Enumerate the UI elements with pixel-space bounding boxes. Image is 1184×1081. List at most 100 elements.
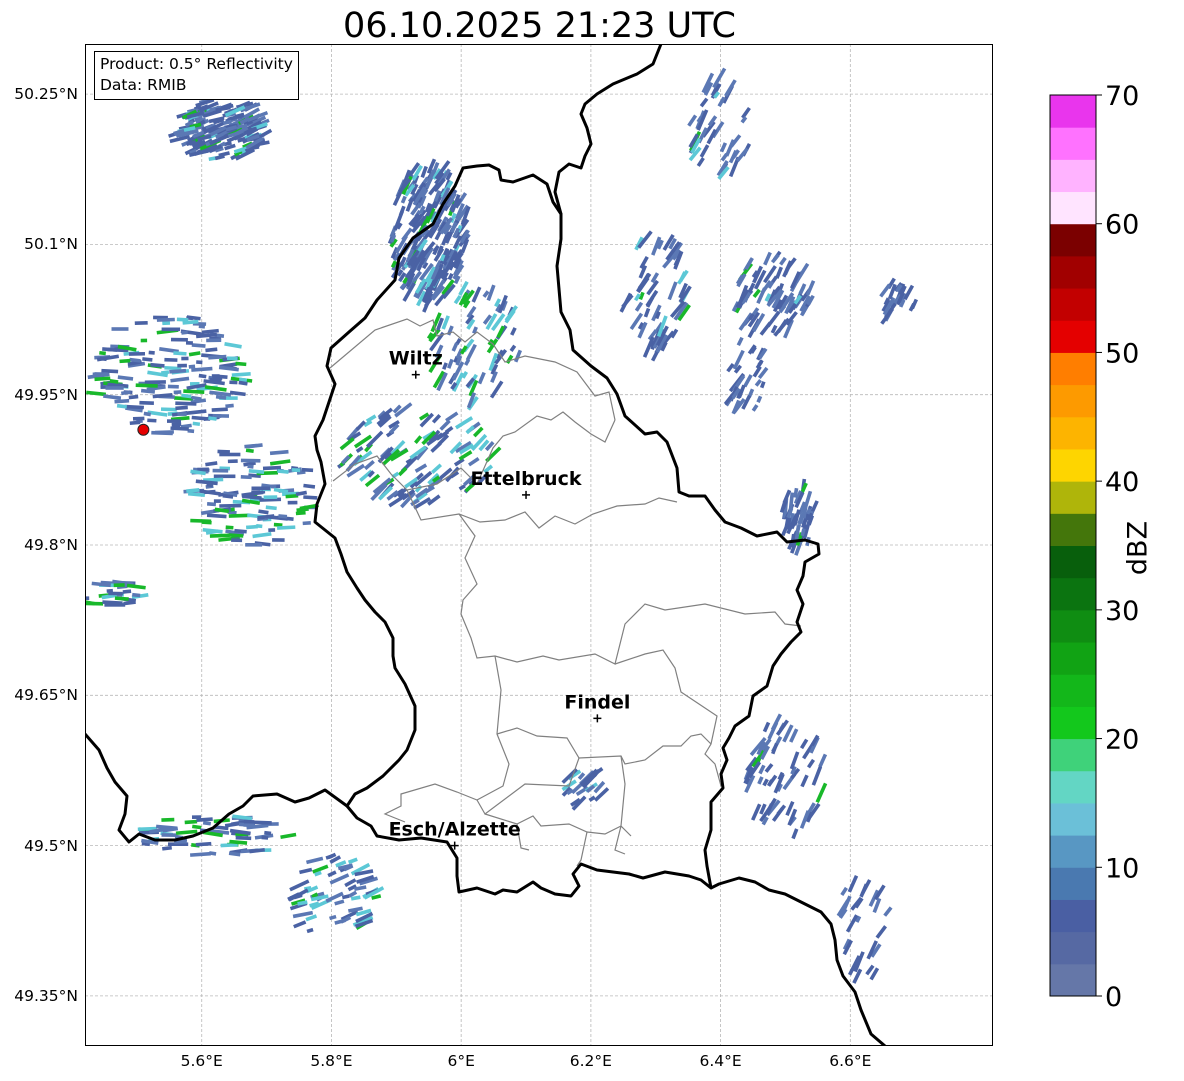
city-label: Wiltz bbox=[389, 348, 443, 370]
colorbar-segment bbox=[1050, 963, 1096, 997]
radar-echo-pixel bbox=[291, 468, 301, 473]
lon-tick-label: 6.4°E bbox=[699, 1052, 742, 1070]
radar-echo-pixel bbox=[301, 467, 314, 473]
map-title: 06.10.2025 21:23 UTC bbox=[343, 6, 736, 46]
radar-echo-pixel bbox=[228, 513, 251, 518]
radar-echo-pixel bbox=[191, 815, 202, 819]
radar-echo-pixel bbox=[144, 380, 166, 385]
radar-echo-pixel bbox=[177, 363, 187, 368]
lon-tick-label: 6.2°E bbox=[569, 1052, 612, 1070]
radar-echo-pixel bbox=[154, 430, 174, 435]
lat-tick-label: 49.5°N bbox=[24, 836, 78, 855]
colorbar-tick-label: 50 bbox=[1105, 338, 1139, 369]
radar-echo-pixel bbox=[139, 400, 154, 405]
radar-site-marker[interactable] bbox=[137, 423, 150, 436]
radar-echo-pixel bbox=[264, 830, 272, 836]
radar-echo-pixel bbox=[167, 419, 181, 423]
radar-echo-pixel bbox=[128, 351, 146, 356]
colorbar-tick-label: 0 bbox=[1105, 982, 1122, 1013]
colorbar-tick-label: 20 bbox=[1105, 725, 1139, 756]
colorbar-segment bbox=[1050, 513, 1096, 546]
lon-tick-label: 5.6°E bbox=[180, 1052, 223, 1070]
radar-map[interactable]: Wiltz Ettelbruck Findel Esch/Alzette bbox=[85, 44, 993, 1046]
lon-tick-label: 6.6°E bbox=[829, 1052, 872, 1070]
radar-echo-pixel bbox=[227, 459, 238, 464]
radar-echo-pixel bbox=[111, 327, 129, 331]
radar-echo-pixel bbox=[287, 500, 298, 505]
colorbar-segment bbox=[1050, 642, 1096, 675]
colorbar-segment bbox=[1050, 95, 1096, 128]
product-label: Product: 0.5° Reflectivity bbox=[100, 55, 293, 73]
colorbar-segment bbox=[1050, 384, 1096, 418]
radar-echo-pixel bbox=[253, 820, 272, 825]
product-info-box: Product: 0.5° Reflectivity Data: RMIB bbox=[94, 51, 299, 100]
colorbar-tick-label: 30 bbox=[1105, 596, 1139, 627]
city-label: Findel bbox=[564, 691, 630, 713]
radar-echo-pixel bbox=[181, 356, 189, 361]
radar-echo-pixel bbox=[99, 350, 106, 356]
lon-tick-label: 6°E bbox=[447, 1052, 475, 1070]
radar-echo-pixel bbox=[261, 835, 269, 840]
radar-echo-pixel bbox=[135, 383, 158, 388]
radar-echo-pixel bbox=[213, 474, 236, 479]
radar-echo-pixel bbox=[160, 407, 177, 412]
radar-echo-pixel bbox=[162, 321, 171, 326]
radar-echo-pixel bbox=[173, 390, 182, 395]
lat-tick-label: 50.25°N bbox=[14, 85, 78, 104]
colorbar-label: dBZ bbox=[1122, 520, 1154, 576]
radar-echo-pixel bbox=[302, 521, 311, 526]
radar-echo-pixel bbox=[206, 338, 222, 343]
radar-echo-pixel bbox=[263, 495, 278, 500]
radar-echo-pixel bbox=[108, 591, 123, 596]
radar-echo-pixel bbox=[256, 524, 263, 529]
radar-echo-pixel bbox=[161, 817, 175, 822]
radar-echo-pixel bbox=[240, 475, 252, 480]
colorbar-segment bbox=[1050, 931, 1096, 965]
radar-echo-pixel bbox=[140, 338, 148, 343]
lat-tick-label: 49.8°N bbox=[24, 536, 78, 554]
radar-echo-pixel bbox=[147, 418, 157, 423]
radar-echo-pixel bbox=[181, 330, 188, 335]
lat-tick-label: 50.1°N bbox=[24, 235, 78, 254]
lon-tick-label: 5.8°E bbox=[310, 1052, 353, 1070]
colorbar-segment bbox=[1050, 481, 1096, 514]
radar-echo-pixel bbox=[235, 835, 252, 841]
radar-echo-pixel bbox=[164, 357, 178, 362]
radar-echo-pixel bbox=[190, 518, 212, 524]
radar-echo-pixel bbox=[212, 468, 229, 473]
colorbar-segment bbox=[1050, 674, 1096, 707]
colorbar-tick-label: 40 bbox=[1105, 467, 1139, 498]
radar-echo-pixel bbox=[148, 350, 155, 355]
radar-echo-pixel bbox=[209, 533, 230, 538]
radar-echo-pixel bbox=[272, 538, 285, 542]
radar-echo-pixel bbox=[225, 525, 234, 530]
radar-echo-pixel bbox=[219, 503, 242, 508]
radar-echo-pixel bbox=[161, 327, 181, 332]
radar-echo-pixel bbox=[167, 384, 179, 389]
colorbar-segment bbox=[1050, 802, 1096, 836]
colorbar-segment bbox=[1050, 320, 1096, 353]
colorbar-segment bbox=[1050, 545, 1096, 579]
colorbar-segment bbox=[1050, 255, 1096, 289]
radar-echo-pixel bbox=[177, 412, 187, 416]
city-label: Ettelbruck bbox=[471, 468, 582, 490]
radar-echo-pixel bbox=[231, 538, 243, 543]
radar-echo-pixel bbox=[226, 356, 238, 361]
colorbar-segment bbox=[1050, 899, 1096, 933]
radar-echo-pixel bbox=[170, 337, 188, 342]
colorbar-segment bbox=[1050, 159, 1096, 193]
colorbar-tick-label: 60 bbox=[1105, 210, 1139, 241]
radar-echo-pixel bbox=[243, 819, 255, 824]
radar-echo-pixel bbox=[247, 464, 254, 469]
colorbar-segment bbox=[1050, 577, 1096, 611]
radar-echo-pixel bbox=[132, 416, 145, 421]
radar-echo-pixel bbox=[188, 364, 196, 369]
radar-echo-pixel bbox=[156, 317, 175, 322]
colorbar-segment bbox=[1050, 223, 1096, 257]
data-source-label: Data: RMIB bbox=[100, 76, 187, 94]
colorbar-tick-label: 10 bbox=[1105, 853, 1139, 884]
radar-echo-pixel bbox=[176, 317, 189, 322]
colorbar-segment bbox=[1050, 127, 1096, 160]
radar-echo-pixel bbox=[251, 486, 271, 491]
colorbar-segment bbox=[1050, 706, 1096, 740]
